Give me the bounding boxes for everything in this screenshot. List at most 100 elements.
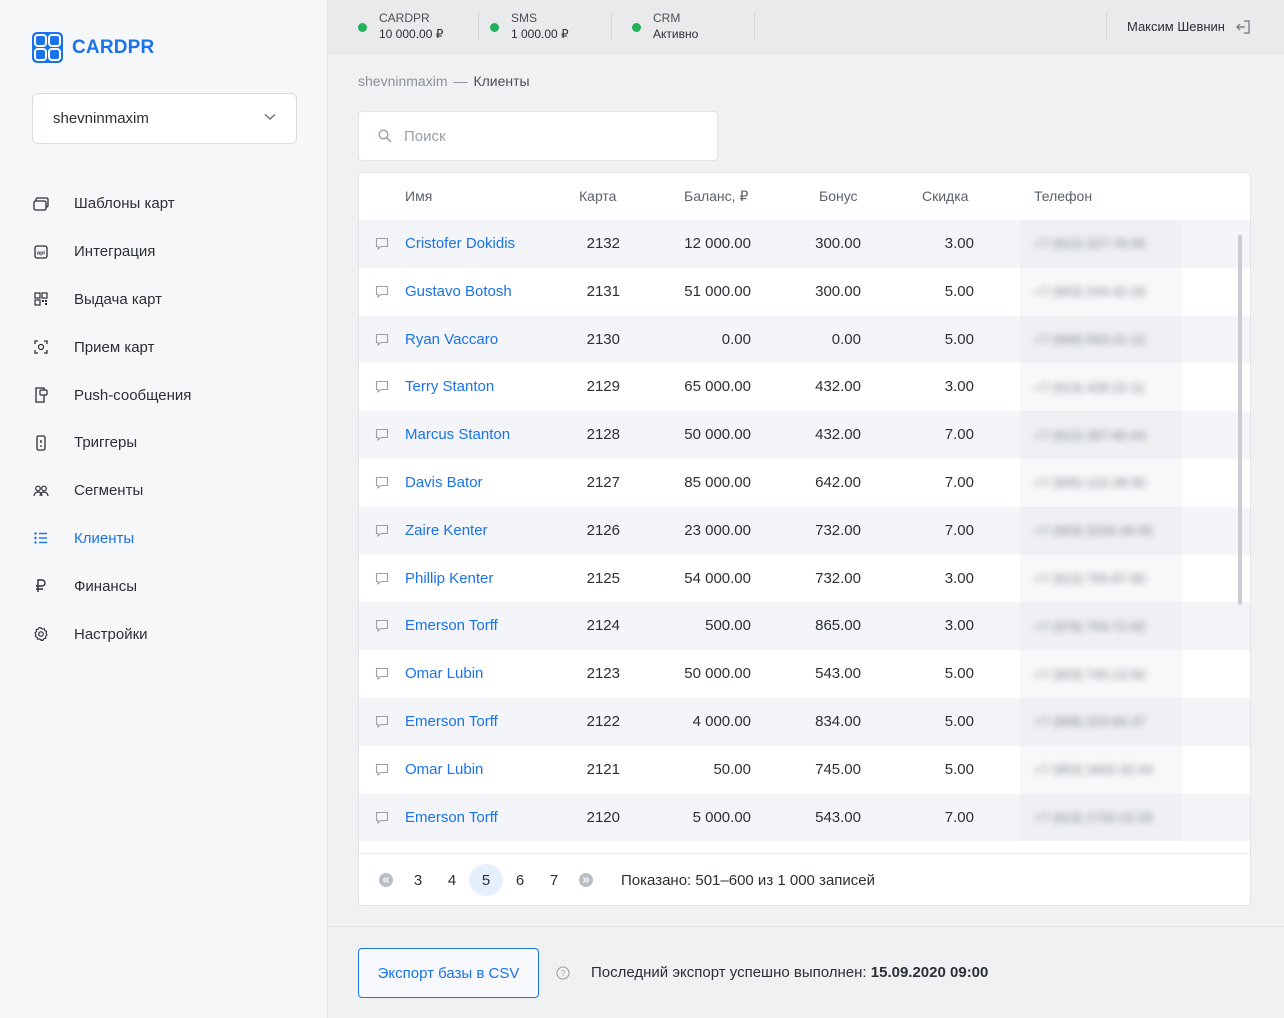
- client-name-link[interactable]: Emerson Torff: [405, 809, 498, 826]
- user-menu[interactable]: Максим Шевнин: [1127, 19, 1250, 34]
- comment-icon[interactable]: [375, 715, 389, 728]
- client-name-link[interactable]: Omar Lubin: [405, 761, 483, 778]
- table-row[interactable]: Emerson Torff 2122 4 000.00 834.00 5.00 +7 (9…: [359, 697, 1250, 746]
- balance-value: 51 000.00: [684, 282, 751, 300]
- table-row[interactable]: Cristofer Dokidis 2132 12 000.00 300.00 3.00…: [359, 220, 1250, 268]
- comment-icon[interactable]: [375, 811, 389, 824]
- export-csv-button[interactable]: Экспорт базы в CSV: [358, 948, 539, 998]
- logo[interactable]: CARDPR: [32, 32, 154, 63]
- comment-icon[interactable]: [375, 285, 389, 298]
- column-header-name[interactable]: Имя: [405, 188, 432, 204]
- bonus-value: 732.00: [815, 521, 861, 539]
- card-number: 2120: [586, 808, 620, 826]
- sidebar-item-card-accept[interactable]: Прием карт: [0, 323, 328, 371]
- table-row[interactable]: Omar Lubin 2121 50.00 745.00 5.00 +7 (953) 34…: [359, 745, 1250, 794]
- page-button[interactable]: 4: [435, 864, 469, 896]
- search-box[interactable]: [358, 111, 718, 161]
- client-name-link[interactable]: Emerson Torff: [405, 617, 498, 634]
- client-name-link[interactable]: Ryan Vaccaro: [405, 331, 498, 348]
- comment-icon[interactable]: [375, 619, 389, 633]
- column-header-bonus[interactable]: Бонус: [819, 188, 858, 204]
- sidebar-item-settings[interactable]: Настройки: [0, 610, 328, 658]
- comment-icon[interactable]: [375, 763, 389, 776]
- scrollbar[interactable]: [1238, 235, 1242, 605]
- page-button[interactable]: 6: [503, 864, 537, 896]
- page-button-current[interactable]: 5: [469, 864, 503, 896]
- client-name-link[interactable]: Gustavo Botosh: [405, 283, 512, 300]
- sidebar-item-integration[interactable]: api Интеграция: [0, 228, 328, 276]
- table-row[interactable]: Marcus Stanton 2128 50 000.00 432.00 7.00 +7 …: [359, 411, 1250, 459]
- column-header-phone[interactable]: Телефон: [1034, 188, 1092, 204]
- comment-icon[interactable]: [375, 524, 389, 537]
- client-name-link[interactable]: Cristofer Dokidis: [405, 235, 515, 252]
- clients-table: Имя Карта Баланс, ₽ Бонус Скидка Телефон…: [358, 172, 1251, 906]
- comment-icon[interactable]: [375, 380, 389, 394]
- table-row[interactable]: Phillip Kenter 2125 54 000.00 732.00 3.00 +7 …: [359, 554, 1250, 603]
- comment-icon[interactable]: [375, 428, 389, 442]
- column-header-balance[interactable]: Баланс, ₽: [684, 188, 748, 205]
- phone-cell: +7 (909) 563-31-12: [1020, 315, 1182, 364]
- table-row[interactable]: Zaire Kenter 2126 23 000.00 732.00 7.00 +7 (9…: [359, 506, 1250, 555]
- phone-value: +7 (913) 428-22-11: [1034, 379, 1145, 395]
- phone-value: +7 (978) 754-72-92: [1034, 618, 1146, 634]
- comment-icon[interactable]: [375, 476, 389, 489]
- table-row[interactable]: Davis Bator 2127 85 000.00 642.00 7.00 +7 (90…: [359, 458, 1250, 507]
- client-name-link[interactable]: Phillip Kenter: [405, 570, 493, 587]
- client-name-link[interactable]: Zaire Kenter: [405, 522, 488, 539]
- balance-value: 50 000.00: [684, 665, 751, 683]
- column-header-discount[interactable]: Скидка: [922, 188, 968, 204]
- bonus-value: 865.00: [815, 617, 861, 635]
- client-name-link[interactable]: Marcus Stanton: [405, 426, 510, 443]
- pagination-info: Показано: 501–600 из 1 000 записей: [621, 871, 876, 889]
- bonus-value: 432.00: [815, 426, 861, 444]
- next-page-icon[interactable]: [579, 873, 593, 887]
- sidebar-item-triggers[interactable]: Триггеры: [0, 419, 328, 467]
- card-template-icon: [32, 195, 50, 213]
- sidebar-item-push[interactable]: Push-сообщения: [0, 371, 328, 419]
- sidebar-item-card-templates[interactable]: Шаблоны карт: [0, 180, 328, 228]
- sidebar-item-clients[interactable]: Клиенты: [0, 515, 328, 563]
- table-row[interactable]: Terry Stanton 2129 65 000.00 432.00 3.00 +7 (…: [359, 363, 1250, 412]
- client-name-link[interactable]: Terry Stanton: [405, 378, 494, 395]
- comment-icon[interactable]: [375, 333, 389, 346]
- balance-value: 65 000.00: [684, 378, 751, 396]
- help-icon[interactable]: ?: [556, 966, 570, 980]
- client-name-link[interactable]: Omar Lubin: [405, 665, 483, 682]
- search-input[interactable]: [404, 127, 684, 145]
- table-row[interactable]: Ryan Vaccaro 2130 0.00 0.00 5.00 +7 (909) 563…: [359, 315, 1250, 364]
- card-number: 2130: [586, 330, 620, 348]
- page-button[interactable]: 7: [537, 864, 571, 896]
- table-row[interactable]: Emerson Torff 2120 5 000.00 543.00 7.00 +7 (9…: [359, 793, 1250, 842]
- chevron-down-icon: [264, 113, 276, 121]
- logout-icon[interactable]: [1235, 19, 1250, 34]
- sidebar-item-card-issue[interactable]: Выдача карт: [0, 276, 328, 324]
- phone-cell: +7 (903) 745-12-92: [1020, 650, 1182, 698]
- breadcrumb-separator: —: [453, 73, 468, 89]
- card-number: 2125: [586, 569, 620, 587]
- discount-value: 3.00: [944, 235, 974, 252]
- account-select[interactable]: shevninmaxim: [32, 93, 297, 144]
- client-name-link[interactable]: Davis Bator: [405, 474, 483, 491]
- table-body: Cristofer Dokidis 2132 12 000.00 300.00 3.00…: [359, 220, 1250, 842]
- sidebar-item-segments[interactable]: Сегменты: [0, 467, 328, 515]
- comment-icon[interactable]: [375, 237, 389, 250]
- page-button[interactable]: 3: [401, 864, 435, 896]
- column-header-card[interactable]: Карта: [579, 188, 616, 204]
- sidebar-item-finance[interactable]: Финансы: [0, 562, 328, 610]
- comment-icon[interactable]: [375, 572, 389, 585]
- prev-page-icon[interactable]: [379, 873, 393, 887]
- divider: [359, 853, 1250, 854]
- footer: Экспорт базы в CSV ? Последний экспорт у…: [328, 926, 1284, 1018]
- client-name-link[interactable]: Emerson Torff: [405, 713, 498, 730]
- table-row[interactable]: Omar Lubin 2123 50 000.00 543.00 5.00 +7 (903…: [359, 650, 1250, 698]
- breadcrumb-parent[interactable]: shevninmaxim: [358, 73, 447, 89]
- table-row[interactable]: Emerson Torff 2124 500.00 865.00 3.00 +7 (978…: [359, 602, 1250, 651]
- card-number: 2132: [586, 235, 620, 252]
- bonus-value: 834.00: [815, 712, 861, 730]
- comment-icon[interactable]: [375, 667, 389, 681]
- card-number: 2129: [586, 378, 620, 396]
- breadcrumb: shevninmaxim — Клиенты: [358, 73, 530, 89]
- divider: [478, 12, 479, 40]
- push-message-icon: [32, 386, 50, 404]
- table-row[interactable]: Gustavo Botosh 2131 51 000.00 300.00 5.00 +7 …: [359, 267, 1250, 316]
